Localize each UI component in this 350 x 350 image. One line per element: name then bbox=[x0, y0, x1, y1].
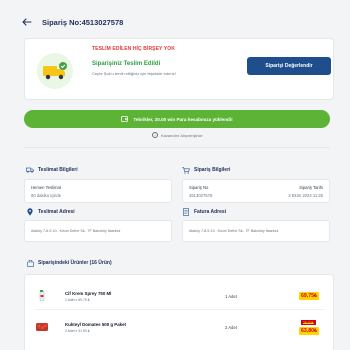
product-price: 69,75₺ bbox=[299, 292, 320, 300]
delivery-address-box: Ataköy 7-8-9-10.. Kısım Defne Sk.. 7F Ba… bbox=[24, 220, 172, 242]
products-title: Siparişindeki Ürünler (16 Ürün) bbox=[26, 259, 112, 267]
invoice-address-title: Fatura Adresi bbox=[182, 208, 226, 216]
cart-icon bbox=[182, 166, 190, 174]
delivery-address-title-text: Teslimat Adresi bbox=[38, 209, 75, 215]
info-icon: i bbox=[152, 132, 158, 138]
invoice-address-box: Ataköy 7-8-9-10.. Kısım Defne Sk.. 7F Ba… bbox=[182, 220, 330, 242]
product-qty: 2 Adet bbox=[225, 325, 237, 330]
order-date-value: 2 Ekim 2024 11:26 bbox=[288, 193, 323, 198]
delivery-status-card: TESLİM EDİLEN HİÇ BİRŞEY YOK Siparişiniz… bbox=[24, 38, 334, 100]
product-name: Kukteyl Domates 500 g Paket bbox=[65, 322, 127, 327]
product-image bbox=[35, 320, 49, 334]
delivered-truck-icon bbox=[37, 53, 73, 89]
warning-text: TESLİM EDİLEN HİÇ BİRŞEY YOK bbox=[92, 46, 175, 52]
invoice-icon bbox=[182, 208, 190, 216]
order-info-title: Sipariş Bilgileri bbox=[182, 166, 230, 174]
invoice-address-text: Ataköy 7-8-9-10.. Kısım Defne Sk.. 7F Ba… bbox=[189, 229, 279, 233]
delivery-time-value: 60 dakika içinde bbox=[31, 193, 62, 198]
order-no-value: 4513027578 bbox=[189, 193, 213, 198]
status-subtitle: Cepte Şok'u tercih ettiğiniz için teşekk… bbox=[92, 71, 176, 76]
status-title: Siparişiniz Teslim Edildi bbox=[92, 61, 161, 67]
order-no-label: Sipariş No bbox=[189, 185, 209, 190]
products-title-text: Siparişindeki Ürünler (16 Ürün) bbox=[38, 260, 112, 266]
product-price: 63,80₺ bbox=[299, 327, 320, 335]
shopping-bag-icon bbox=[26, 259, 34, 267]
evaluate-order-button[interactable]: Siparişi Değerlendir bbox=[247, 57, 331, 75]
order-info-box: Sipariş No 4513027578 Sipariş Tarihi 2 E… bbox=[182, 179, 330, 203]
order-info-title-text: Sipariş Bilgileri bbox=[194, 167, 231, 173]
invoice-address-title-text: Fatura Adresi bbox=[194, 209, 227, 215]
reward-banner: Tebrikler, 20.00 win Para hesabınıza yük… bbox=[24, 110, 330, 128]
location-pin-icon bbox=[26, 208, 34, 216]
delivery-type-label: Hemen Teslimat bbox=[31, 185, 61, 190]
order-detail-page: Sipariş No:4513027578 TESLİM EDİLEN HİÇ … bbox=[0, 0, 350, 350]
earnings-link-label: Kazandırır Alışverişiniz! bbox=[161, 132, 203, 138]
delivery-address-title: Teslimat Adresi bbox=[26, 208, 75, 216]
delivery-address-text: Ataköy 7-8-9-10.. Kısım Defne Sk.. 7F Ba… bbox=[31, 229, 121, 233]
delivery-info-box: Hemen Teslimat 60 dakika içinde bbox=[24, 179, 172, 203]
row-divider bbox=[35, 309, 325, 310]
product-meta: 2 Adet x 31.90 ₺ bbox=[65, 329, 90, 333]
delivery-info-title-text: Teslimat Bilgileri bbox=[38, 167, 78, 173]
product-meta: 1 Adet x 69.75 ₺ bbox=[65, 298, 90, 302]
truck-icon bbox=[26, 166, 34, 174]
delivery-info-title: Teslimat Bilgileri bbox=[26, 166, 78, 174]
product-old-price: 79,00₺ bbox=[301, 320, 316, 325]
back-arrow-icon[interactable] bbox=[20, 15, 34, 29]
page-title: Sipariş No:4513027578 bbox=[42, 17, 124, 27]
reward-text: Tebrikler, 20.00 win Para hesabınıza yük… bbox=[133, 116, 233, 122]
earnings-link[interactable]: i Kazandırır Alışverişiniz! bbox=[152, 132, 203, 138]
product-image bbox=[35, 289, 49, 303]
wallet-icon bbox=[121, 115, 129, 123]
product-name: Cif Krem Sprey 750 Ml bbox=[65, 291, 112, 296]
divider bbox=[24, 147, 330, 148]
product-qty: 1 Adet bbox=[225, 294, 237, 299]
header: Sipariş No:4513027578 bbox=[20, 13, 123, 31]
products-card: Cif Krem Sprey 750 Ml 1 Adet x 69.75 ₺ 1… bbox=[24, 274, 334, 350]
order-date-label: Sipariş Tarihi bbox=[299, 185, 323, 190]
